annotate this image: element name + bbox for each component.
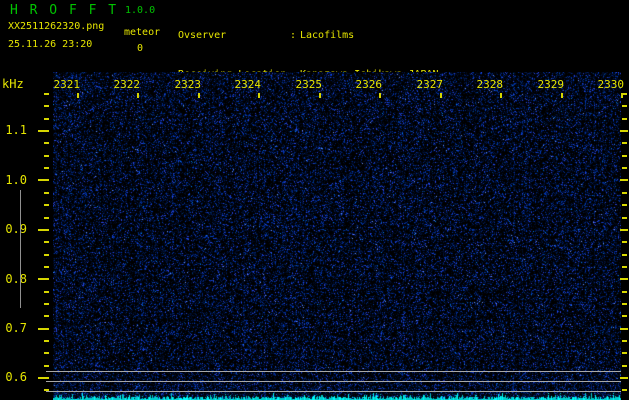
y-axis-unit-label: kHz <box>2 77 24 91</box>
axis-tick <box>38 130 49 132</box>
axis-tick <box>622 105 627 107</box>
x-tick-label: 2329 <box>537 78 565 91</box>
reference-line <box>46 381 621 382</box>
axis-tick <box>44 93 49 95</box>
axis-tick <box>44 315 49 317</box>
axis-tick <box>379 93 381 98</box>
axis-tick <box>561 93 563 98</box>
x-tick-label: 2328 <box>476 78 504 91</box>
axis-tick <box>622 315 627 317</box>
axis-tick <box>622 365 627 367</box>
axis-tick <box>620 377 628 379</box>
station-label: Ovserver <box>178 30 227 41</box>
y-tick-label: 0.8 <box>5 272 27 286</box>
axis-tick <box>44 118 49 120</box>
y-tick-label: 1.0 <box>5 173 27 187</box>
axis-tick <box>198 93 200 98</box>
hrofft-screen: H R O F F T 1.0.0 XX2511262320.png meteo… <box>0 0 629 400</box>
axis-tick <box>620 328 628 330</box>
meteor-count: 0 <box>136 43 144 54</box>
y-tick-label: 1.1 <box>5 123 27 137</box>
axis-tick <box>258 93 260 98</box>
axis-tick <box>622 142 627 144</box>
axis-tick <box>622 389 627 391</box>
axis-tick <box>44 167 49 169</box>
axis-tick <box>44 340 49 342</box>
axis-tick <box>622 217 627 219</box>
axis-tick <box>622 352 627 354</box>
y-tick-label: 0.6 <box>5 370 27 384</box>
axis-tick <box>622 291 627 293</box>
axis-tick <box>44 291 49 293</box>
reference-line <box>46 391 621 392</box>
axis-tick <box>38 328 49 330</box>
axis-tick <box>622 155 627 157</box>
axis-tick <box>620 229 628 231</box>
axis-tick <box>440 93 442 98</box>
x-tick-label: 2330 <box>597 78 625 91</box>
axis-tick <box>44 155 49 157</box>
axis-tick <box>622 340 627 342</box>
axis-tick <box>44 192 49 194</box>
axis-tick <box>620 179 628 181</box>
axis-tick <box>44 217 49 219</box>
axis-tick <box>500 93 502 98</box>
axis-tick <box>620 278 628 280</box>
axis-tick <box>44 241 49 243</box>
axis-tick <box>137 93 139 98</box>
axis-tick <box>621 93 623 98</box>
x-tick-label: 2325 <box>295 78 323 91</box>
axis-tick <box>622 254 627 256</box>
axis-tick <box>44 365 49 367</box>
axis-tick <box>622 167 627 169</box>
x-tick-label: 2327 <box>416 78 444 91</box>
axis-tick <box>622 241 627 243</box>
axis-tick <box>38 229 49 231</box>
station-separator: : <box>290 30 297 41</box>
axis-tick <box>622 118 627 120</box>
axis-tick <box>38 179 49 181</box>
axis-tick <box>622 204 627 206</box>
x-tick-label: 2322 <box>113 78 141 91</box>
axis-tick <box>44 352 49 354</box>
station-value: Lacofilms <box>300 30 355 41</box>
axis-tick <box>620 130 628 132</box>
axis-tick <box>44 142 49 144</box>
app-version: 1.0.0 <box>125 5 156 16</box>
x-tick-label: 2324 <box>234 78 262 91</box>
spectrogram-canvas <box>53 72 621 400</box>
x-tick-label: 2326 <box>355 78 383 91</box>
reference-line <box>46 371 621 372</box>
output-filename: XX2511262320.png <box>8 21 105 32</box>
x-tick-label: 2321 <box>53 78 81 91</box>
axis-tick <box>44 266 49 268</box>
axis-tick <box>44 303 49 305</box>
axis-tick <box>77 93 79 98</box>
y-tick-label: 0.9 <box>5 222 27 236</box>
station-row: Ovserver: Lacofilms <box>178 29 438 42</box>
axis-tick <box>38 278 49 280</box>
axis-tick <box>622 266 627 268</box>
axis-tick <box>44 105 49 107</box>
y-tick-label: 0.7 <box>5 321 27 335</box>
axis-tick <box>38 377 49 379</box>
axis-tick <box>319 93 321 98</box>
observation-mode: meteor <box>124 27 161 38</box>
left-margin-scale-bar <box>20 190 21 308</box>
observation-datetime: 25.11.26 23:20 <box>8 39 93 50</box>
axis-tick <box>622 303 627 305</box>
axis-tick <box>622 192 627 194</box>
axis-tick <box>44 204 49 206</box>
x-tick-label: 2323 <box>174 78 202 91</box>
axis-tick <box>44 254 49 256</box>
app-title: H R O F F T <box>10 3 119 18</box>
